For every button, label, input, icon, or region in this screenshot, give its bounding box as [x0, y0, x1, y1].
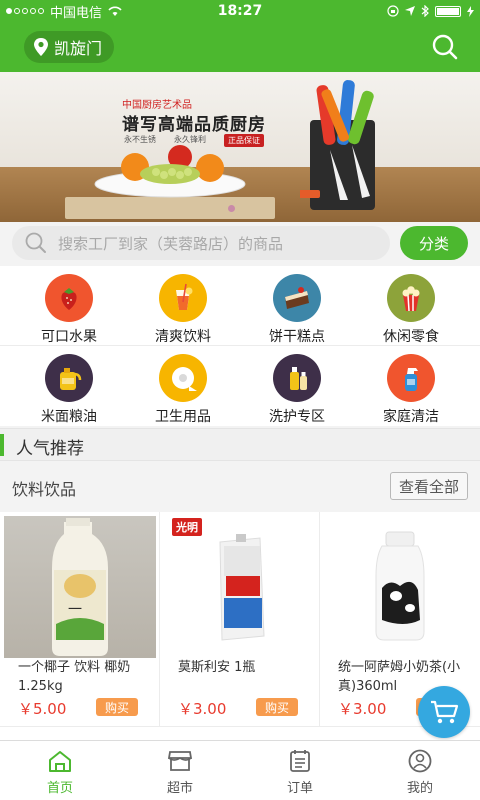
signal-icon: [6, 8, 44, 14]
category-row: 米面粮油 卫生用品 洗护专区 家庭清洁: [0, 346, 480, 426]
banner-title: 谱写高端品质厨房: [122, 115, 266, 135]
bottom-navigation: 首页 超市 订单 我的: [0, 740, 480, 800]
search-icon: [25, 232, 46, 253]
drinks-section-header: 饮料饮品 查看全部: [0, 462, 480, 510]
search-icon[interactable]: [430, 32, 460, 62]
product-name: 一个椰子 饮料 椰奶 1.25kg: [18, 660, 131, 694]
category-biscuits[interactable]: 饼干糕点: [240, 266, 354, 346]
category-row: 可口水果 清爽饮料 饼干糕点 休闲零食: [0, 266, 480, 346]
search-row: 搜索工厂到家（芙蓉路店）的商品 分类: [0, 222, 480, 266]
view-all-button[interactable]: 查看全部: [390, 472, 468, 500]
cart-icon: [431, 700, 459, 724]
cleaner-icon: [387, 354, 435, 402]
status-time: 18:27: [217, 3, 263, 19]
product-image: 一: [4, 516, 156, 658]
category-label: 休闲零食: [383, 329, 439, 345]
location-label: 凯旋门: [54, 39, 103, 58]
product-price: ￥3.00: [338, 700, 387, 718]
banner-tag: 永不生锈: [124, 135, 156, 144]
strawberry-icon: [45, 274, 93, 322]
status-bar: 中国电信 18:27: [0, 0, 480, 22]
buy-button[interactable]: 购买: [96, 698, 138, 716]
product-price: ￥5.00: [18, 700, 67, 718]
promo-banner[interactable]: 中国厨房艺术品 谱写高端品质厨房 永不生锈 永久锋利 正品保证: [0, 72, 480, 222]
location-selector[interactable]: 凯旋门: [24, 31, 115, 63]
nav-label: 超市: [166, 781, 193, 796]
buy-button[interactable]: 购买: [256, 698, 298, 716]
popular-section-header: 人气推荐: [0, 428, 480, 461]
battery-icon: [435, 5, 461, 17]
brand-logo: 光明: [172, 518, 202, 536]
search-placeholder: 搜索工厂到家（芙蓉路店）的商品: [58, 234, 284, 253]
nav-orders[interactable]: 订单: [240, 741, 360, 800]
product-card[interactable]: 一 一个椰子 饮料 椰奶 1.25kg ￥5.00 购买: [0, 512, 160, 726]
carrier-label: 中国电信: [50, 5, 103, 21]
banner-subtitle: 中国厨房艺术品: [122, 100, 192, 111]
banner-fruit-illustration: [65, 145, 275, 219]
bluetooth-icon: [421, 5, 429, 17]
product-image: [324, 516, 476, 658]
category-label: 洗护专区: [269, 409, 325, 425]
rotation-lock-icon: [387, 5, 399, 17]
home-icon: [49, 751, 71, 772]
app-header: 凯旋门: [0, 22, 480, 72]
category-label: 清爽饮料: [155, 329, 211, 345]
banner-badge: 正品保证: [224, 134, 264, 147]
category-button[interactable]: 分类: [400, 226, 468, 260]
nav-home[interactable]: 首页: [0, 741, 120, 800]
subsection-title: 饮料饮品: [12, 480, 77, 499]
nav-profile[interactable]: 我的: [360, 741, 480, 800]
product-image: 光明: [164, 516, 316, 658]
category-cleaning[interactable]: 家庭清洁: [354, 346, 468, 426]
product-price: ￥3.00: [178, 700, 227, 718]
category-grain-oil[interactable]: 米面粮油: [12, 346, 126, 426]
location-arrow-icon: [405, 6, 415, 16]
wifi-icon: [108, 5, 122, 16]
lotion-icon: [273, 354, 321, 402]
popcorn-icon: [387, 274, 435, 322]
nav-supermarket[interactable]: 超市: [120, 741, 240, 800]
store-icon: [167, 751, 193, 771]
category-hygiene[interactable]: 卫生用品: [126, 346, 240, 426]
category-label: 家庭清洁: [383, 409, 439, 425]
category-snacks[interactable]: 休闲零食: [354, 266, 468, 346]
svg-text:一: 一: [68, 602, 82, 618]
category-grid: 可口水果 清爽饮料 饼干糕点 休闲零食 米面粮油 卫生用品 洗护专区 家庭清洁: [0, 266, 480, 426]
cake-icon: [273, 274, 321, 322]
category-label: 米面粮油: [41, 409, 97, 425]
search-input[interactable]: 搜索工厂到家（芙蓉路店）的商品: [12, 226, 390, 260]
product-card[interactable]: 光明 莫斯利安 1瓶 ￥3.00 购买: [160, 512, 320, 726]
banner-tag: 永久锋利: [174, 135, 206, 144]
category-fruit[interactable]: 可口水果: [12, 266, 126, 346]
banner-pager-dot[interactable]: [228, 205, 235, 212]
location-pin-icon: [34, 38, 48, 56]
section-title: 人气推荐: [16, 439, 84, 459]
nav-label: 首页: [46, 781, 73, 796]
charging-icon: [467, 5, 474, 17]
oil-icon: [45, 354, 93, 402]
nav-label: 我的: [406, 781, 433, 796]
product-name: 莫斯利安 1瓶: [178, 660, 256, 675]
product-list: 一 一个椰子 饮料 椰奶 1.25kg ￥5.00 购买 光明 莫斯利安 1瓶 …: [0, 512, 480, 726]
banner-knife-set: [300, 80, 375, 210]
category-label: 卫生用品: [155, 409, 211, 425]
drink-icon: [159, 274, 207, 322]
category-label: 饼干糕点: [269, 329, 325, 345]
user-icon: [408, 749, 432, 773]
next-product-row: [0, 726, 480, 740]
category-label: 可口水果: [41, 329, 97, 345]
category-drinks[interactable]: 清爽饮料: [126, 266, 240, 346]
nav-label: 订单: [286, 781, 313, 796]
tissue-icon: [159, 354, 207, 402]
section-accent-bar: [0, 434, 4, 456]
order-icon: [290, 750, 310, 772]
cart-button[interactable]: [418, 686, 470, 738]
category-personal-care[interactable]: 洗护专区: [240, 346, 354, 426]
